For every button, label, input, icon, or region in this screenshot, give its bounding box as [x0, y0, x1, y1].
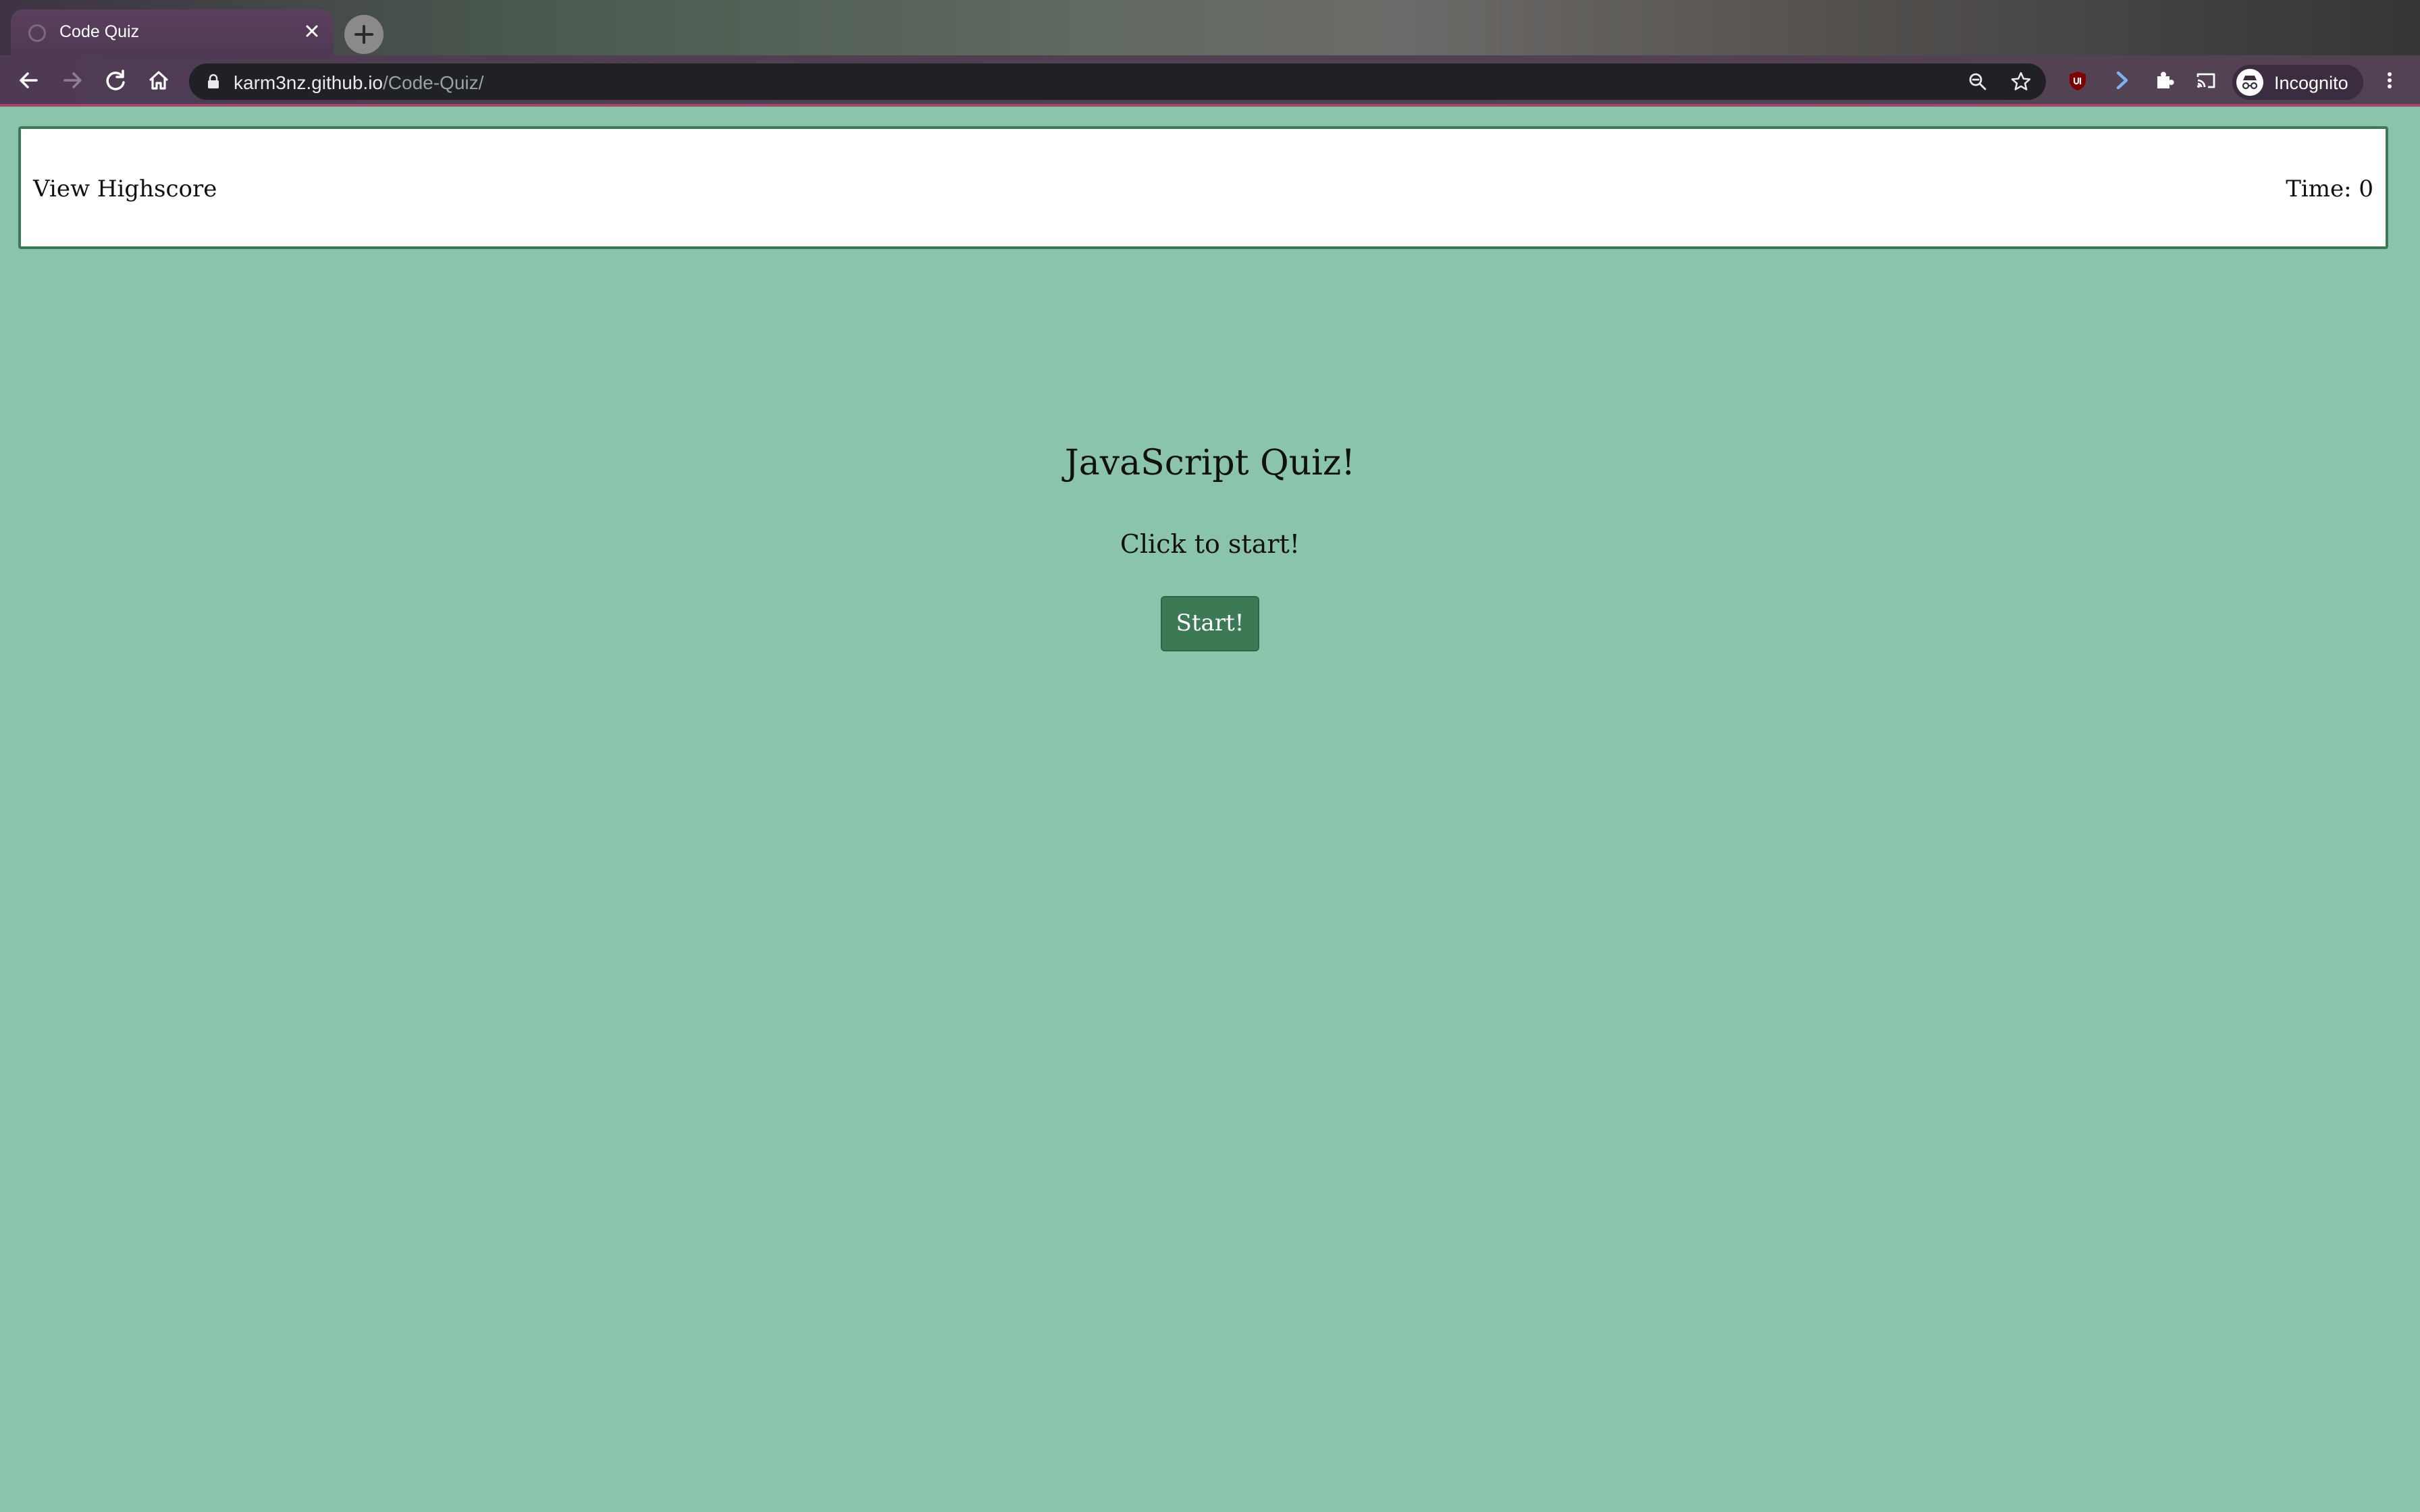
reload-icon[interactable]	[100, 65, 131, 96]
cast-icon[interactable]	[2194, 69, 2217, 92]
browser-tab-active[interactable]: Code Quiz	[11, 9, 334, 55]
puzzle-icon[interactable]	[2153, 69, 2176, 92]
incognito-label: Incognito	[2274, 73, 2348, 93]
kebab-menu-icon[interactable]	[2378, 69, 2401, 92]
url-path: /Code-Quiz/	[383, 72, 484, 93]
ublock-icon[interactable]	[2068, 70, 2088, 92]
incognito-icon	[2236, 69, 2263, 96]
start-button[interactable]: Start!	[1161, 596, 1259, 651]
extension-arrow-icon[interactable]	[2111, 69, 2134, 92]
lock-icon	[208, 74, 219, 88]
address-bar[interactable]: karm3nz.github.io/Code-Quiz/	[189, 63, 2046, 100]
toolbar-divider	[0, 104, 2420, 107]
home-icon[interactable]	[143, 65, 174, 96]
quiz-header: View Highscore Time: 0	[18, 126, 2388, 249]
timer-display: Time: 0	[2286, 176, 2373, 202]
tab-title: Code Quiz	[59, 22, 140, 41]
plus-icon	[354, 25, 373, 44]
new-tab-button[interactable]	[344, 15, 384, 54]
incognito-profile-button[interactable]: Incognito	[2232, 65, 2363, 100]
quiz-subtitle: Click to start!	[1120, 529, 1300, 559]
arrow-right-icon[interactable]	[57, 65, 88, 96]
arrow-left-icon[interactable]	[14, 65, 45, 96]
close-icon[interactable]	[298, 18, 325, 45]
url-host: karm3nz.github.io	[234, 72, 384, 93]
star-icon[interactable]	[2009, 70, 2032, 93]
browser-tabstrip: Code Quiz	[0, 0, 2420, 55]
url-text[interactable]: karm3nz.github.io/Code-Quiz/	[234, 72, 483, 94]
globe-icon	[28, 24, 46, 42]
quiz-title: JavaScript Quiz!	[1064, 443, 1356, 483]
zoom-icon[interactable]	[1966, 70, 1989, 93]
view-highscore-link[interactable]: View Highscore	[33, 176, 217, 202]
